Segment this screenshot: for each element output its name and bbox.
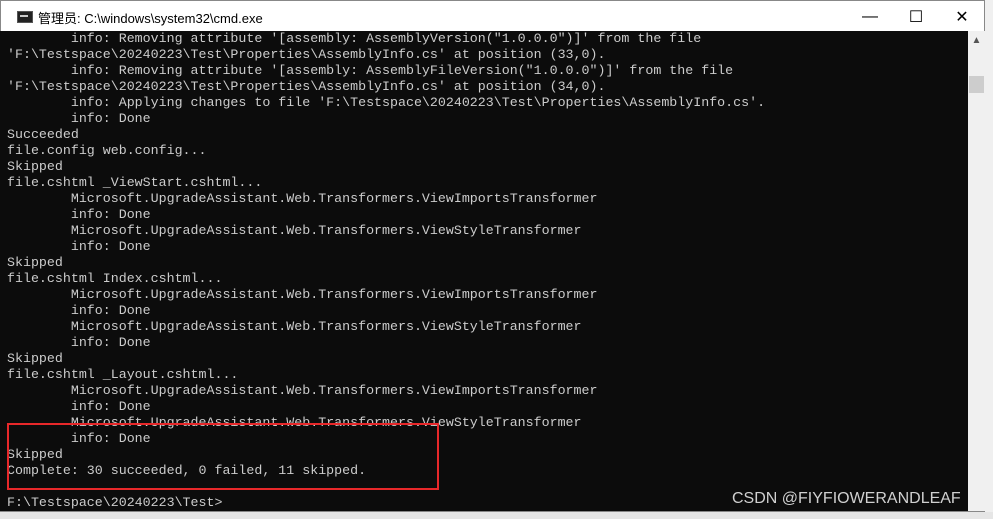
console-line: info: Removing attribute '[assembly: Ass… xyxy=(7,63,734,78)
cmd-icon xyxy=(17,11,33,23)
console-line: file.cshtml Index.cshtml... xyxy=(7,271,223,286)
scrollbar-thumb[interactable] xyxy=(969,76,984,93)
title-bar[interactable]: 管理员: C:\windows\system32\cmd.exe — ☐ ✕ xyxy=(1,1,984,32)
console-line: info: Done xyxy=(7,399,151,414)
console-line: info: Done xyxy=(7,111,151,126)
console-line: info: Done xyxy=(7,303,151,318)
red-highlight-box xyxy=(7,423,439,490)
console-line: 'F:\Testspace\20240223\Test\Properties\A… xyxy=(7,47,606,62)
console-line: Microsoft.UpgradeAssistant.Web.Transform… xyxy=(7,191,598,206)
console-line: info: Done xyxy=(7,239,151,254)
console-line: file.cshtml _Layout.cshtml... xyxy=(7,367,239,382)
console-line: info: Done xyxy=(7,207,151,222)
scroll-up-arrow-icon[interactable]: ▲ xyxy=(968,35,985,46)
console-line: Skipped xyxy=(7,159,63,174)
console-line: 'F:\Testspace\20240223\Test\Properties\A… xyxy=(7,79,606,94)
console-line: file.cshtml _ViewStart.cshtml... xyxy=(7,175,263,190)
maximize-button[interactable]: ☐ xyxy=(893,1,939,32)
console-line: file.config web.config... xyxy=(7,143,207,158)
console-line: info: Done xyxy=(7,335,151,350)
console-line: Microsoft.UpgradeAssistant.Web.Transform… xyxy=(7,319,582,334)
console-line: Skipped xyxy=(7,255,63,270)
console-line: info: Applying changes to file 'F:\Tests… xyxy=(7,95,766,110)
console-line: Microsoft.UpgradeAssistant.Web.Transform… xyxy=(7,287,598,302)
background-strip xyxy=(0,512,993,519)
watermark: CSDN @FIYFIOWERANDLEAF xyxy=(732,490,961,507)
console-line: info: Removing attribute '[assembly: Ass… xyxy=(7,31,702,46)
console-line: Microsoft.UpgradeAssistant.Web.Transform… xyxy=(7,383,598,398)
console-line: Succeeded xyxy=(7,127,79,142)
minimize-button[interactable]: — xyxy=(847,1,893,32)
window-title: 管理员: C:\windows\system32\cmd.exe xyxy=(38,11,263,26)
close-button[interactable]: ✕ xyxy=(939,1,985,32)
console-line: Skipped xyxy=(7,351,63,366)
console-line: Microsoft.UpgradeAssistant.Web.Transform… xyxy=(7,223,582,238)
vertical-scrollbar[interactable]: ▲ xyxy=(968,31,985,511)
